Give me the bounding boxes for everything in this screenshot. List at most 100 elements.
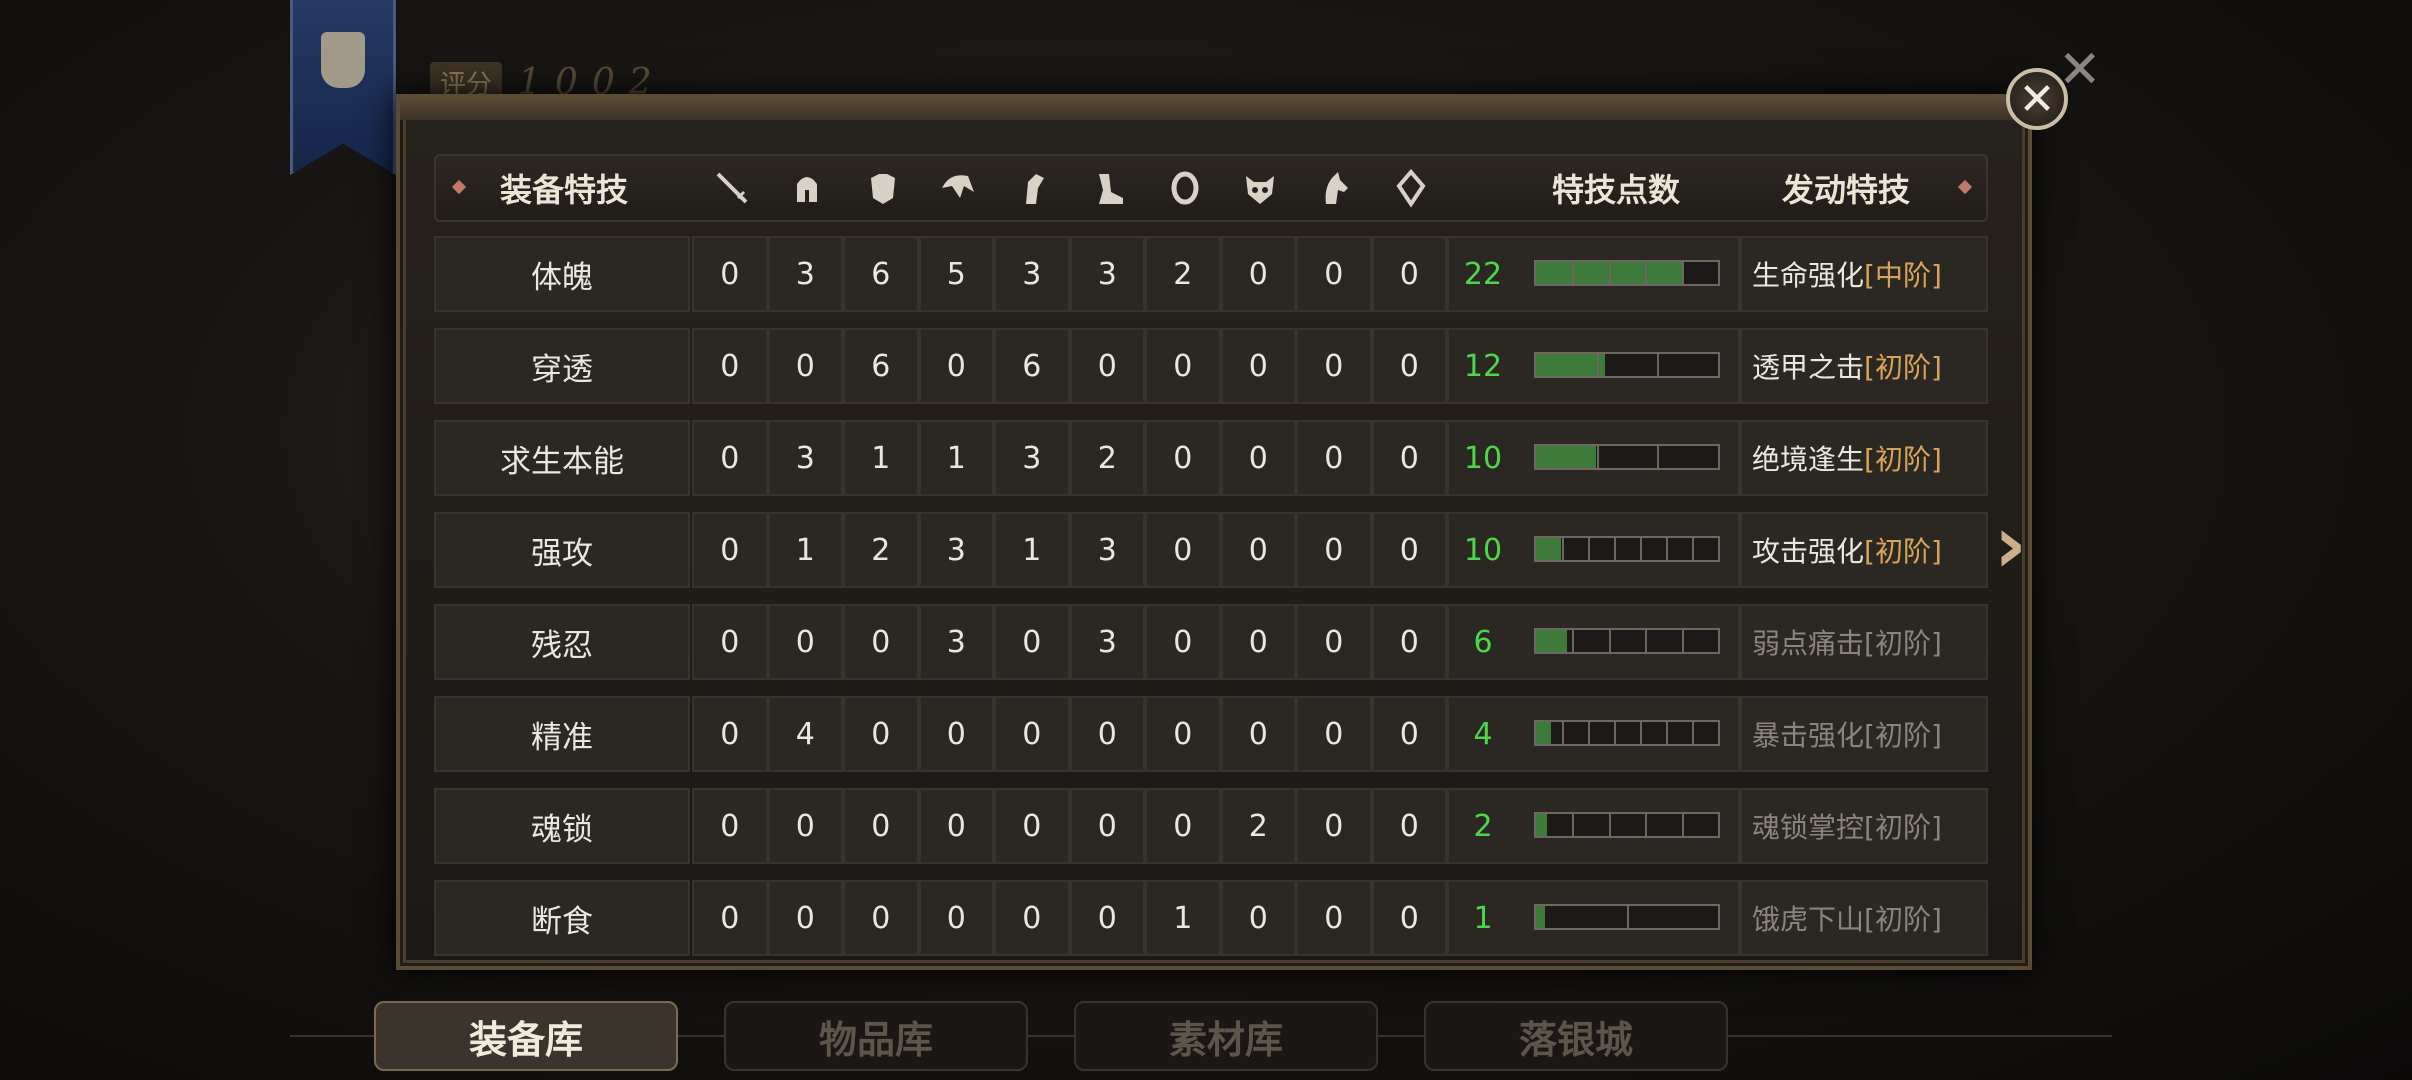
progress-divider — [1614, 538, 1616, 560]
active-skill-name: 绝境逢生 — [1752, 443, 1865, 476]
skill-points-value: 1 — [1473, 900, 1493, 936]
progress-divider — [1657, 446, 1660, 468]
slot-value: 2 — [1069, 420, 1145, 496]
skill-name: 求生本能 — [434, 420, 690, 496]
active-skill[interactable]: 绝境逢生 [初阶] — [1740, 420, 1988, 496]
slot-value: 0 — [1371, 880, 1447, 956]
slot-value: 3 — [994, 420, 1070, 496]
slot-value: 0 — [1296, 512, 1372, 588]
table-row[interactable]: 断食 0 0 0 0 0 0 1 0 0 0 1 饿虎下山 [初阶] — [434, 880, 1988, 956]
header-equipment-skill: 装备特技 — [499, 171, 628, 209]
active-skill[interactable]: 暴击强化 [初阶] — [1740, 696, 1988, 772]
table-row[interactable]: 求生本能 0 3 1 1 3 2 0 0 0 0 10 绝境逢生 [初阶] — [434, 420, 1988, 496]
skill-progress-bar — [1534, 720, 1720, 746]
active-skill[interactable]: 弱点痛击 [初阶] — [1740, 604, 1988, 680]
slot-value: 0 — [692, 880, 768, 956]
shoulder-icon — [938, 168, 978, 208]
tab-1[interactable]: 物品库 — [724, 1001, 1028, 1071]
helmet-icon — [787, 168, 827, 208]
slot-value: 0 — [1220, 328, 1296, 404]
slot-value: 0 — [1296, 328, 1372, 404]
progress-divider — [1596, 354, 1599, 376]
progress-fill — [1536, 814, 1547, 836]
skill-name: 断食 — [434, 880, 690, 956]
table-row[interactable]: 体魄 0 3 6 5 3 3 2 0 0 0 22 生命强化 [中阶] — [434, 236, 1988, 312]
skill-progress-bar — [1534, 628, 1720, 654]
active-skill-name: 饿虎下山 — [1752, 903, 1865, 936]
slot-value: 0 — [1145, 696, 1221, 772]
progress-divider — [1645, 630, 1648, 652]
progress-divider — [1681, 814, 1684, 836]
progress-divider — [1692, 538, 1694, 560]
slot-value: 0 — [994, 604, 1070, 680]
tab-3[interactable]: 落银城 — [1424, 1001, 1728, 1071]
slot-value: 0 — [1371, 512, 1447, 588]
table-row[interactable]: 残忍 0 0 0 3 0 3 0 0 0 0 6 弱点痛击 [初阶] — [434, 604, 1988, 680]
slot-value: 0 — [1069, 788, 1145, 864]
slot-value: 1 — [994, 512, 1070, 588]
slot-value: 0 — [1371, 604, 1447, 680]
progress-fill — [1536, 722, 1551, 744]
slot-value: 0 — [1371, 328, 1447, 404]
active-skill-name: 弱点痛击 — [1752, 627, 1865, 660]
progress-divider — [1608, 262, 1611, 284]
slot-value: 0 — [1220, 512, 1296, 588]
active-skill[interactable]: 生命强化 [中阶] — [1740, 236, 1988, 312]
skill-progress-bar — [1534, 812, 1720, 838]
skill-points-value: 10 — [1463, 532, 1503, 568]
slot-value: 0 — [1296, 880, 1372, 956]
slot-value: 3 — [767, 420, 843, 496]
tab-2[interactable]: 素材库 — [1074, 1001, 1378, 1071]
table-row[interactable]: 穿透 0 0 6 0 6 0 0 0 0 0 12 透甲之击 [初阶] — [434, 328, 1988, 404]
slot-value: 1 — [918, 420, 994, 496]
progress-divider — [1657, 354, 1660, 376]
tab-0[interactable]: 装备库 — [374, 1001, 678, 1071]
active-skill[interactable]: 魂锁掌控 [初阶] — [1740, 788, 1988, 864]
slot-value: 0 — [1220, 880, 1296, 956]
slot-value: 0 — [994, 788, 1070, 864]
skill-tier: [初阶] — [1864, 351, 1942, 384]
slot-value: 0 — [1145, 604, 1221, 680]
slot-value: 0 — [1296, 696, 1372, 772]
progress-divider — [1692, 722, 1694, 744]
progress-divider — [1572, 630, 1575, 652]
slot-value: 3 — [918, 604, 994, 680]
bottom-tab-bar: 装备库 物品库 素材库 落银城 — [0, 995, 2412, 1075]
next-page-chevron-icon[interactable]: › — [1994, 498, 2027, 591]
slot-value: 0 — [1220, 236, 1296, 312]
skill-tier: [初阶] — [1864, 719, 1942, 752]
table-row[interactable]: 魂锁 0 0 0 0 0 0 0 2 0 0 2 魂锁掌控 [初阶] — [434, 788, 1988, 864]
active-skill[interactable]: 透甲之击 [初阶] — [1740, 328, 1988, 404]
slot-value: 0 — [1371, 420, 1447, 496]
slot-value: 5 — [918, 236, 994, 312]
progress-fill — [1536, 538, 1562, 560]
skill-points-value: 2 — [1473, 808, 1493, 844]
slot-value: 0 — [1145, 328, 1221, 404]
active-skill[interactable]: 攻击强化 [初阶] — [1740, 512, 1988, 588]
skill-name: 穿透 — [434, 328, 690, 404]
active-skill-name: 魂锁掌控 — [1752, 811, 1865, 844]
progress-divider — [1645, 262, 1648, 284]
slot-value: 0 — [843, 880, 919, 956]
close-button[interactable]: ✕ — [2006, 68, 2068, 130]
amulet-icon — [1391, 168, 1431, 208]
guild-banner[interactable] — [290, 0, 396, 175]
table-row[interactable]: 精准 0 4 0 0 0 0 0 0 0 0 4 暴击强化 [初阶] — [434, 696, 1988, 772]
active-skill[interactable]: 饿虎下山 [初阶] — [1740, 880, 1988, 956]
slot-value: 0 — [994, 880, 1070, 956]
header-active-skill: 发动特技 — [1781, 171, 1910, 209]
skill-progress-bar — [1534, 352, 1720, 378]
slot-value: 0 — [767, 880, 843, 956]
slot-value: 0 — [843, 604, 919, 680]
slot-value: 6 — [843, 236, 919, 312]
slot-value: 0 — [1220, 420, 1296, 496]
slot-value: 0 — [843, 788, 919, 864]
progress-divider — [1588, 538, 1590, 560]
slot-value: 0 — [918, 788, 994, 864]
table-row[interactable]: 强攻 0 1 2 3 1 3 0 0 0 0 10 攻击强化 [初阶] — [434, 512, 1988, 588]
progress-divider — [1681, 630, 1684, 652]
progress-fill — [1536, 906, 1546, 928]
progress-divider — [1608, 630, 1611, 652]
slot-value: 3 — [1069, 512, 1145, 588]
progress-divider — [1681, 262, 1684, 284]
